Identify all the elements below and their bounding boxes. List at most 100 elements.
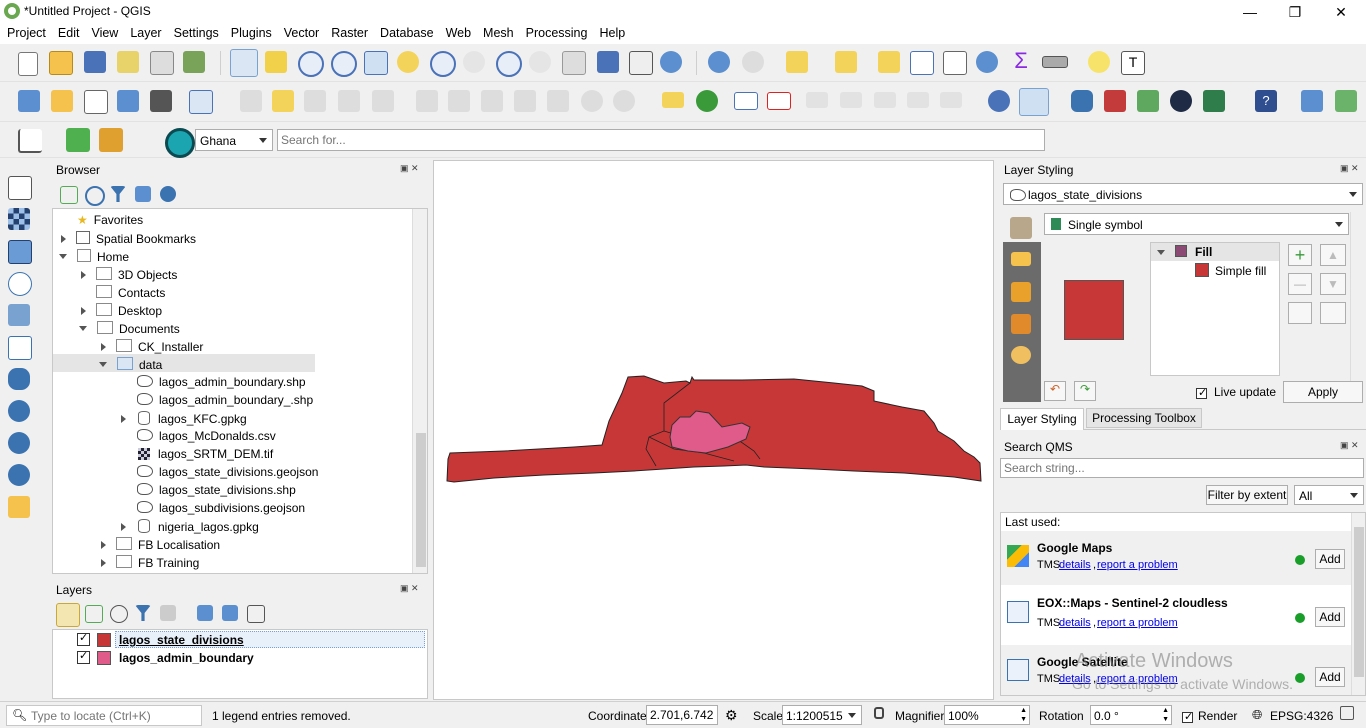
pan-to-selection-icon[interactable] (265, 51, 287, 73)
python-console-icon[interactable] (1071, 90, 1093, 112)
styling-layer-select[interactable]: lagos_state_divisions (1003, 183, 1363, 205)
tab-layer-styling[interactable]: Layer Styling (1000, 408, 1084, 430)
filter-browser-icon[interactable] (110, 186, 126, 202)
filter-expression-icon[interactable] (160, 605, 176, 621)
layer-row[interactable]: lagos_state_divisions (77, 631, 244, 647)
menu-vector[interactable]: Vector (279, 24, 324, 42)
new-bookmark-icon[interactable] (597, 51, 619, 73)
tree-item-file[interactable]: lagos_McDonalds.csv (137, 429, 276, 443)
3d-view-icon[interactable] (1011, 282, 1031, 302)
zoom-native-icon[interactable] (463, 51, 485, 73)
menu-view[interactable]: View (86, 24, 123, 42)
map-canvas[interactable] (433, 160, 994, 700)
scale-select[interactable]: 1:1200515 (782, 705, 862, 725)
add-delimited-text-icon[interactable] (8, 272, 32, 296)
pan-hand-icon[interactable] (230, 49, 258, 77)
statistics-icon[interactable] (943, 51, 967, 75)
expand-arrow-icon[interactable] (81, 307, 86, 315)
undo-icon[interactable] (581, 90, 603, 112)
run-feature-action-icon[interactable] (742, 51, 764, 73)
menu-raster[interactable]: Raster (326, 24, 373, 42)
vertex-tool-icon[interactable] (372, 90, 394, 112)
menu-project[interactable]: Project (2, 24, 51, 42)
menu-processing[interactable]: Processing (521, 24, 593, 42)
remove-symbol-layer-button[interactable]: — (1288, 273, 1312, 295)
web-globe-icon[interactable] (988, 90, 1010, 112)
zoom-last-icon[interactable] (496, 51, 522, 77)
style-manager-icon[interactable] (183, 51, 205, 73)
tree-item-file[interactable]: lagos_admin_boundary_.shp (137, 393, 313, 407)
help-icon[interactable]: ? (1255, 90, 1277, 112)
add-wcs-icon[interactable] (8, 464, 30, 486)
move-down-button[interactable]: ▼ (1320, 273, 1346, 295)
fill-label[interactable]: Fill (1195, 245, 1212, 259)
paste-features-icon[interactable] (547, 90, 569, 112)
browser-scroll-thumb[interactable] (416, 433, 426, 567)
add-gps-icon[interactable] (150, 90, 172, 112)
modify-attributes-icon[interactable] (416, 90, 438, 112)
tree-item-fb-localisation[interactable]: FB Localisation (101, 537, 220, 552)
expand-arrow-icon[interactable] (101, 559, 106, 567)
zoom-to-selection-icon[interactable] (397, 51, 419, 73)
rotation-spinbox[interactable]: 0.0 ° ▲ ▼ (1090, 705, 1172, 725)
layer-visibility-checkbox[interactable] (77, 649, 90, 664)
diagrams-icon[interactable] (1011, 314, 1031, 334)
render-checkbox[interactable] (1182, 710, 1193, 723)
collapse-arrow-icon[interactable] (59, 254, 67, 259)
layout-manager-icon[interactable] (150, 51, 174, 75)
refresh-icon[interactable] (660, 51, 682, 73)
tree-item-favorites[interactable]: ★ Favorites (77, 213, 143, 227)
plugin-red-icon[interactable] (1104, 90, 1126, 112)
menu-mesh[interactable]: Mesh (478, 24, 519, 42)
menu-database[interactable]: Database (375, 24, 439, 42)
expand-arrow-icon[interactable] (101, 541, 106, 549)
tab-processing-toolbox[interactable]: Processing Toolbox (1086, 408, 1202, 428)
add-raster-layer-icon[interactable] (8, 208, 30, 230)
qms-add-button[interactable]: Add (1315, 667, 1345, 687)
select-features-icon[interactable] (786, 51, 808, 73)
tree-item-fb-training[interactable]: FB Training (101, 555, 199, 570)
new-geopackage-icon[interactable] (51, 90, 73, 112)
delete-selected-icon[interactable] (448, 90, 470, 112)
label-color-icon[interactable] (696, 90, 718, 112)
zoom-to-layer-icon[interactable] (430, 51, 456, 77)
toggle-extents-icon[interactable]: ⚙ (725, 707, 738, 724)
map-tips-icon[interactable] (1088, 51, 1110, 73)
layer-visibility-checkbox[interactable] (77, 631, 90, 646)
qms-scroll-thumb[interactable] (1354, 527, 1364, 677)
label-remove-icon[interactable] (767, 92, 791, 110)
filter-by-extent-button[interactable]: Filter by extent (1206, 485, 1288, 505)
expand-arrow-icon[interactable] (61, 235, 66, 243)
properties-info-icon[interactable] (160, 186, 176, 202)
tree-item-home[interactable]: Home (59, 249, 129, 264)
layer-row[interactable]: lagos_admin_boundary (77, 649, 254, 665)
add-feature-icon[interactable] (338, 90, 360, 112)
zoom-next-icon[interactable] (529, 51, 551, 73)
redo-icon[interactable] (613, 90, 635, 112)
toggle-editing-pencil-icon[interactable] (272, 90, 294, 112)
expand-arrow-icon[interactable] (121, 523, 126, 531)
redo-style-button[interactable]: ↷ (1074, 381, 1096, 401)
collapse-all-layers-icon[interactable] (222, 605, 238, 621)
manage-visibility-eye-icon[interactable] (110, 605, 128, 623)
styling-scrollbar[interactable] (1350, 212, 1364, 382)
qms-add-button[interactable]: Add (1315, 549, 1345, 569)
zoom-in-icon[interactable] (298, 51, 324, 77)
text-annotation-icon[interactable]: T (1121, 51, 1145, 75)
locator-input[interactable] (29, 707, 199, 724)
label-diagram-icon[interactable] (940, 92, 962, 108)
tree-item-file[interactable]: lagos_state_divisions.shp (137, 483, 296, 497)
attribute-table-icon[interactable] (910, 51, 934, 75)
collapse-arrow-icon[interactable] (99, 362, 107, 367)
qms-report-link[interactable]: report a problem (1097, 617, 1178, 629)
filter-legend-icon[interactable] (135, 605, 151, 621)
expand-all-icon[interactable] (197, 605, 213, 621)
layer-symbol-swatch[interactable] (97, 633, 111, 647)
label-rotate-icon[interactable] (874, 92, 896, 108)
tree-item-contacts[interactable]: Contacts (96, 285, 165, 300)
label-toolbar-icon[interactable] (662, 92, 684, 108)
new-print-layout-icon[interactable] (117, 51, 139, 73)
coordinate-input[interactable] (646, 705, 718, 725)
copy-features-icon[interactable] (514, 90, 536, 112)
spin-arrows-icon[interactable]: ▲ ▼ (1162, 706, 1169, 724)
